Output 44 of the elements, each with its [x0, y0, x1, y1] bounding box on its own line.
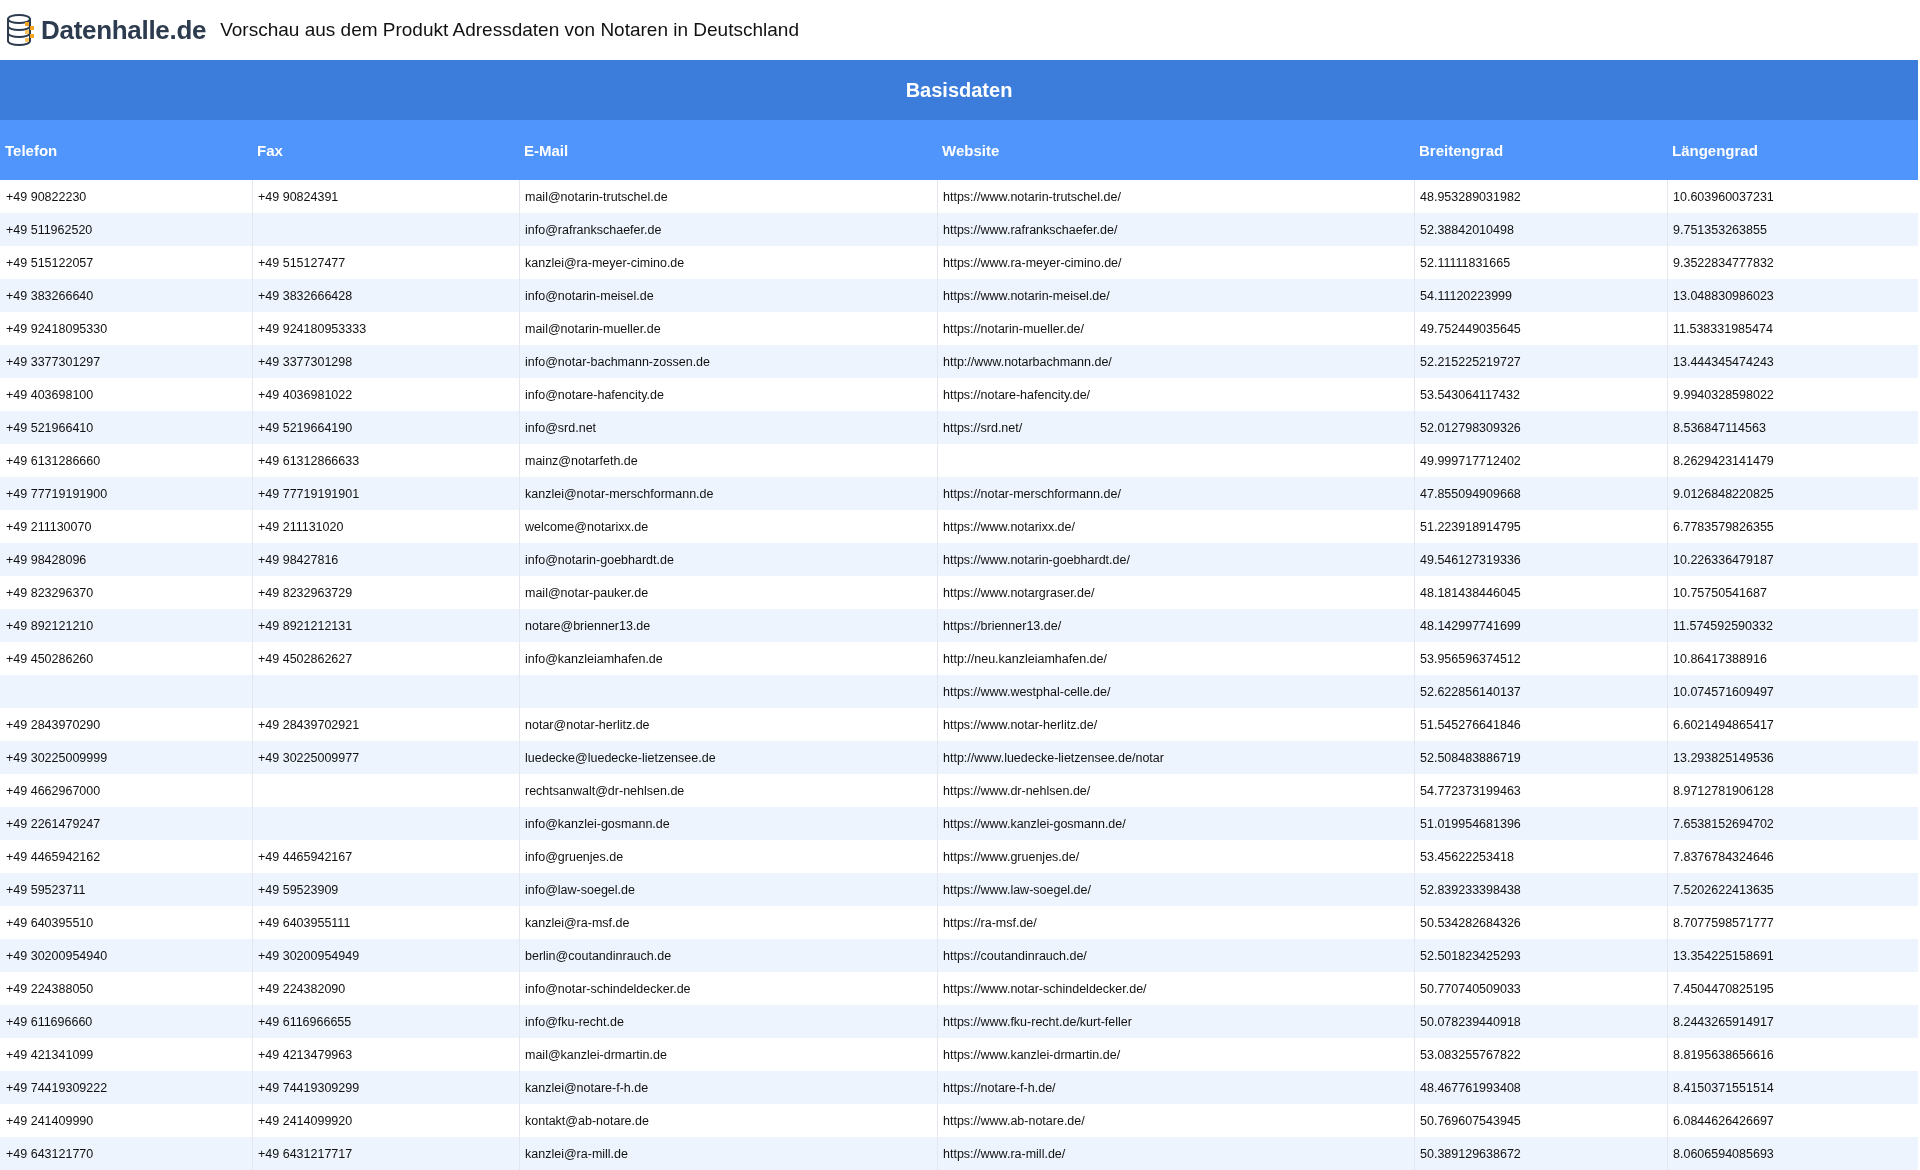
table-cell-text: +49 403698100	[5, 386, 95, 404]
table-cell-text: +49 823296370	[5, 584, 95, 602]
table-cell-text: +49 421341099	[5, 1046, 95, 1064]
column-header: Fax	[256, 140, 284, 161]
column-header: Website	[941, 140, 1001, 161]
table-cell-text: +49 4662967000	[5, 782, 102, 800]
table-cell-text: +49 30225009999	[5, 749, 109, 767]
table-cell: kanzlei@ra-mill.de	[519, 1137, 937, 1170]
table-cell-text: +49 90822230	[5, 188, 88, 206]
table-cell-text: +49 92418095330	[5, 320, 109, 338]
table-cell-text: +49 643121770	[5, 1145, 95, 1163]
table-cell-text: +49 383266640	[5, 287, 95, 305]
table-cell-text: +49 6131286660	[5, 452, 102, 470]
table-cell-text: +49 241409990	[5, 1112, 95, 1130]
table-cell-text: +49 224388050	[5, 980, 95, 998]
table-cell: +49 6431217717	[252, 1137, 519, 1170]
logo-icon	[6, 14, 36, 46]
column-header: E-Mail	[523, 140, 570, 161]
table-cell-text: +49 59523711	[5, 881, 87, 899]
table-cell-text: +49 3377301297	[5, 353, 102, 371]
table-cell: 8.0606594085693	[1667, 1137, 1918, 1170]
table-cell-text: +49 892121210	[5, 617, 95, 635]
table-cell-text: +49 30200954940	[5, 947, 109, 965]
table-cell-text: +49 450286260	[5, 650, 95, 668]
table-cell-text: +49 515122057	[5, 254, 95, 272]
column-header: Breitengrad	[1418, 140, 1505, 161]
page-title: Vorschau aus dem Produkt Adressdaten von Notaren in Deutschland	[220, 19, 799, 41]
logo-text[interactable]: Datenhalle.de	[41, 14, 207, 46]
column-header: Längengrad	[1671, 140, 1759, 161]
section-title: Basisdaten	[0, 60, 1918, 120]
table-cell: https://www.ra-mill.de/	[937, 1137, 1414, 1170]
table-cell-text: +49 640395510	[5, 914, 95, 932]
table-cell-text: +49 2843970290	[5, 716, 102, 734]
table-cell-text: +49 74419309222	[5, 1079, 109, 1097]
table-cell-text: +49 98428096	[5, 551, 88, 569]
table-cell-text: +49 521966410	[5, 419, 95, 437]
table-cell-text: +49 211130070	[5, 518, 93, 536]
column-header: Telefon	[4, 140, 59, 161]
table-cell-text: +49 511962520	[5, 221, 94, 239]
table-cell-text: +49 611696660	[5, 1013, 94, 1031]
table-cell-text: +49 2261479247	[5, 815, 102, 833]
table-cell-text: +49 77719191900	[5, 485, 109, 503]
table-cell: 50.389129638672	[1414, 1137, 1667, 1170]
table-cell-text: +49 4465942162	[5, 848, 102, 866]
